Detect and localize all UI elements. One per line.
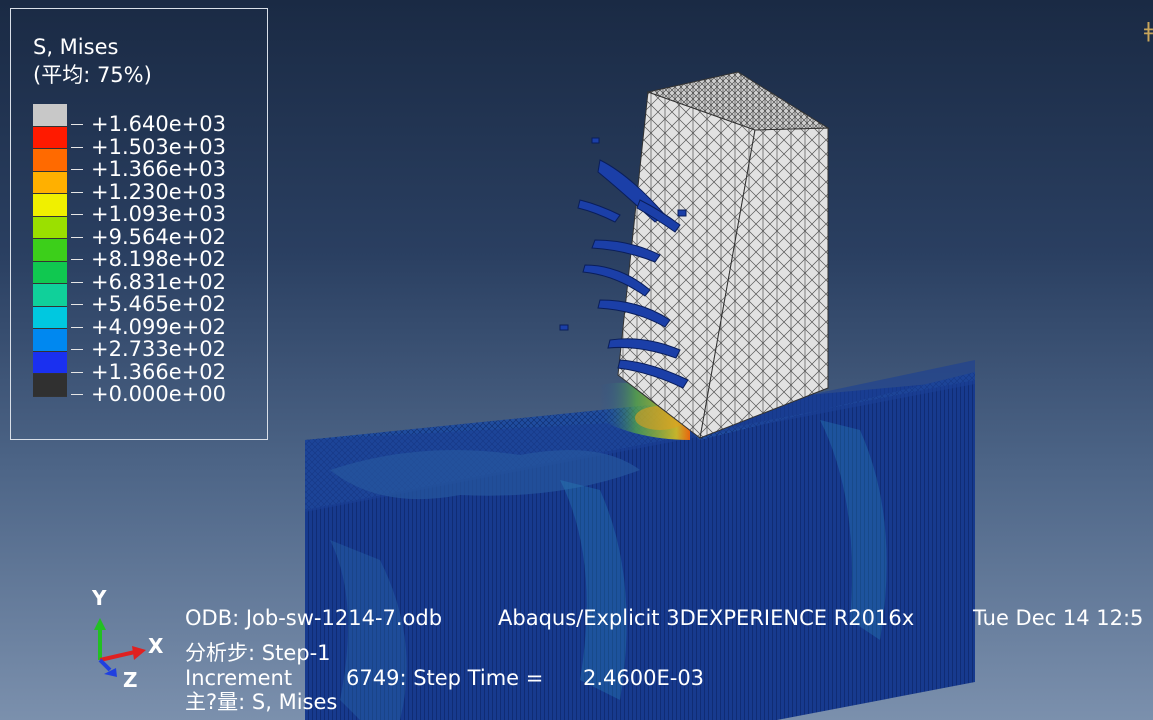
legend-value: +4.099e+02 <box>69 315 226 339</box>
legend-value: +6.831e+02 <box>69 270 226 294</box>
legend-swatch <box>33 149 67 172</box>
triad-z-label: Z <box>123 668 138 692</box>
step-name: 分析步: Step-1 <box>185 641 331 665</box>
legend-value: +2.733e+02 <box>69 338 226 361</box>
legend-value: +1.640e+03 <box>69 113 226 136</box>
legend-swatch <box>33 216 67 239</box>
step-time: 2.4600E-03 <box>583 666 705 690</box>
legend-swatch <box>33 126 67 149</box>
legend-swatch <box>33 284 67 307</box>
legend-value: +9.564e+02 <box>69 225 226 249</box>
corner-mark: ǂ <box>1143 18 1153 42</box>
triad-y-label: Y <box>92 586 107 610</box>
primary-variable: 主?量: S, Mises <box>185 690 338 714</box>
legend-value: +1.366e+02 <box>69 360 226 384</box>
increment-value: 6749: Step Time = <box>346 666 544 690</box>
legend-value: +8.198e+02 <box>69 248 226 271</box>
triad-x-label: X <box>148 634 164 658</box>
legend-swatch <box>33 374 67 397</box>
legend-value-list: +1.640e+03 +1.503e+03 +1.366e+03 +1.230e… <box>69 113 226 406</box>
legend-swatch <box>33 351 67 374</box>
legend-swatch <box>33 104 67 127</box>
legend-value: +1.366e+03 <box>69 158 226 181</box>
increment-label: Increment <box>185 666 293 690</box>
legend-color-bar <box>33 104 67 397</box>
legend-value: +5.465e+02 <box>69 293 226 316</box>
legend-swatch <box>33 194 67 217</box>
legend-value: +0.000e+00 <box>69 383 226 406</box>
legend-value: +1.230e+03 <box>69 180 226 204</box>
product-name: Abaqus/Explicit 3DEXPERIENCE R2016x <box>498 606 915 630</box>
legend-swatch <box>33 171 67 194</box>
legend-value: +1.503e+03 <box>69 135 226 159</box>
viewport[interactable]: S, Mises (平均: 75%) +1.640e+03 +1.503e+03… <box>0 0 1153 720</box>
legend-swatch <box>33 239 67 262</box>
odb-name: ODB: Job-sw-1214-7.odb <box>185 606 443 630</box>
timestamp: Tue Dec 14 12:5 <box>973 606 1144 630</box>
legend-swatch <box>33 329 67 352</box>
legend-swatch <box>33 261 67 284</box>
legend-value: +1.093e+03 <box>69 203 226 226</box>
legend-swatch <box>33 306 67 329</box>
legend-title: S, Mises <box>33 35 119 59</box>
contour-legend: S, Mises (平均: 75%) +1.640e+03 +1.503e+03… <box>10 8 268 440</box>
legend-averaging: (平均: 75%) <box>33 63 152 87</box>
axis-triad <box>94 618 146 677</box>
